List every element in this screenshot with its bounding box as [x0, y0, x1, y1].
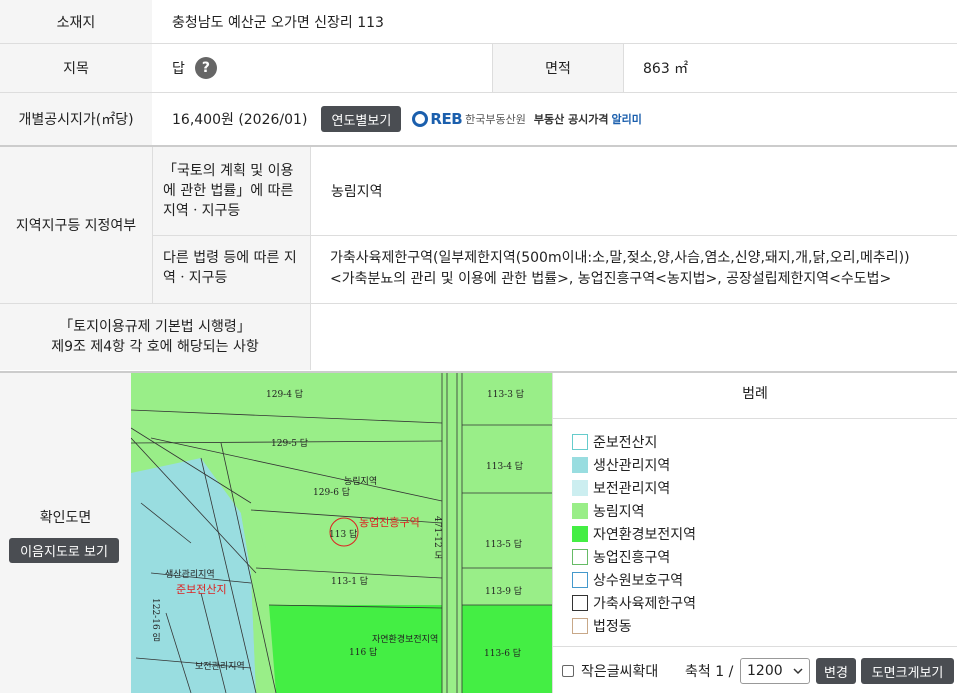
map-label-129-5: 129-5 답	[271, 439, 309, 449]
land-use-act-label-line2: 제9조 제4항 각 호에 해당되는 사항	[51, 339, 259, 355]
legend-swatch	[572, 618, 588, 634]
reb-org: 한국부동산원	[465, 113, 526, 126]
enlarge-text-checkbox[interactable]	[562, 665, 574, 677]
map-label-116: 116 답	[349, 648, 378, 658]
legend-label: 생산관리지역	[593, 458, 671, 474]
legend-swatch	[572, 457, 588, 473]
land-use-act-label-line1: 「토지이용규제 기본법 시행령」	[59, 319, 251, 335]
land-use-act-value	[311, 304, 957, 370]
legend-swatch	[572, 595, 588, 611]
other-law-value: 가축사육제한구역(일부제한지역(500m이내:소,말,젖소,양,사슴,염소,신양…	[330, 248, 957, 290]
map-label-113-3: 113-3 답	[487, 390, 525, 400]
reb-logo-icon	[412, 111, 429, 127]
legend-item: 농업진흥구역	[572, 547, 670, 567]
location-value: 충청남도 예산군 오가면 신장리 113	[172, 14, 384, 31]
map-label-saengsan: 생산관리지역	[165, 570, 215, 580]
yearly-view-button[interactable]: 연도별보기	[321, 106, 402, 132]
map-label-road: 471-12 도	[432, 516, 442, 560]
location-label: 소재지	[0, 0, 152, 43]
map-label-122-16: 122-16 임	[150, 598, 160, 642]
zoning-label: 지역지구등 지정여부	[0, 147, 152, 303]
legend-item: 준보전산지	[572, 432, 657, 452]
legend-label: 보전관리지역	[593, 481, 671, 497]
legend-item: 생산관리지역	[572, 455, 670, 475]
map-label-nongup: 농업진흥구역	[359, 516, 420, 529]
enlarge-text-label: 작은글씨확대	[581, 664, 659, 680]
jimok-cell: 답 ?	[152, 44, 492, 92]
large-map-button[interactable]: 도면크게보기	[861, 658, 954, 684]
legend-swatch	[572, 434, 588, 450]
national-law-label: 「국토의 계획 및 이용에 관한 법률」에 따른 지역ㆍ지구등	[153, 147, 310, 235]
map-label-113-6: 113-6 답	[484, 649, 522, 659]
map-label-113-1: 113-1 답	[331, 577, 369, 587]
scale-select-value: 1200	[747, 663, 783, 679]
legend-item: 법정동	[572, 616, 632, 636]
map-section-label: 확인도면	[39, 510, 92, 526]
legend-item: 상수원보호구역	[572, 570, 683, 590]
legend-swatch	[572, 549, 588, 565]
legend-label: 준보전산지	[593, 435, 658, 451]
other-law-label: 다른 법령 등에 따른 지역ㆍ지구등	[153, 236, 310, 303]
reb-alimi: 알리미	[611, 113, 642, 126]
legend-swatch	[572, 526, 588, 542]
scale-select[interactable]: 1200	[740, 658, 810, 684]
other-law-value-line2: <가축분뇨의 관리 및 이용에 관한 법률>, 농업진흥구역<농지법>, 공장설…	[330, 271, 892, 287]
chevron-down-icon	[793, 668, 803, 675]
area-value: 863 ㎡	[643, 61, 689, 77]
national-law-value: 농림지역	[331, 184, 383, 200]
legend-label: 가축사육제한구역	[593, 596, 697, 612]
price-value: 16,400원 (2026/01)	[172, 112, 308, 128]
map-label-jayeon: 자연환경보전지역	[372, 635, 439, 645]
reb-logo-text: REB	[430, 110, 463, 128]
open-map-view-button[interactable]: 이음지도로 보기	[9, 538, 119, 563]
legend-item: 농림지역	[572, 501, 645, 521]
price-label: 개별공시지가(㎡당)	[0, 93, 152, 145]
reb-link[interactable]: REB 한국부동산원 부동산 공시가격 알리미	[411, 110, 642, 128]
enlarge-text-option: 작은글씨확대	[562, 661, 658, 681]
legend-label: 법정동	[593, 619, 632, 635]
land-use-act-label: 「토지이용규제 기본법 시행령」 제9조 제4항 각 호에 해당되는 사항	[0, 304, 310, 370]
help-icon[interactable]: ?	[194, 57, 217, 79]
map-label-129-6: 129-6 답	[313, 488, 351, 498]
legend-swatch	[572, 572, 588, 588]
map-label-113-5: 113-5 답	[485, 540, 523, 550]
area-label: 면적	[493, 44, 623, 92]
jimok-value: 답	[172, 61, 185, 77]
other-law-value-line1: 가축사육제한구역(일부제한지역(500m이내:소,말,젖소,양,사슴,염소,신양…	[330, 250, 910, 266]
legend-label: 자연환경보전지역	[593, 527, 697, 543]
legend-item: 보전관리지역	[572, 478, 670, 498]
map-label-113-4: 113-4 답	[486, 462, 524, 472]
legend-title: 범례	[742, 386, 768, 402]
legend-label: 농림지역	[593, 504, 645, 520]
price-cell: 16,400원 (2026/01) 연도별보기 REB 한국부동산원 부동산 공…	[152, 93, 957, 145]
scale-label: 축척 1 /	[685, 664, 734, 680]
legend-swatch	[572, 480, 588, 496]
map-section-header	[0, 373, 131, 693]
zoning-map[interactable]: 129-4 답 113-3 답 129-5 답 113-4 답 농림지역 129…	[131, 373, 552, 693]
map-label-junbojeon: 준보전산지	[176, 583, 227, 596]
map-label-bojeon: 보전관리지역	[195, 662, 245, 672]
legend-swatch	[572, 503, 588, 519]
map-label-129-4: 129-4 답	[266, 390, 304, 400]
change-scale-button[interactable]: 변경	[816, 658, 856, 684]
map-label-113: 113 답	[329, 530, 358, 540]
legend-label: 상수원보호구역	[593, 573, 684, 589]
legend-item: 가축사육제한구역	[572, 593, 696, 613]
map-label-113-9: 113-9 답	[485, 587, 523, 597]
reb-service: 부동산 공시가격	[533, 113, 609, 126]
legend-label: 농업진흥구역	[593, 550, 671, 566]
legend-item: 자연환경보전지역	[572, 524, 696, 544]
jimok-label: 지목	[0, 44, 152, 92]
